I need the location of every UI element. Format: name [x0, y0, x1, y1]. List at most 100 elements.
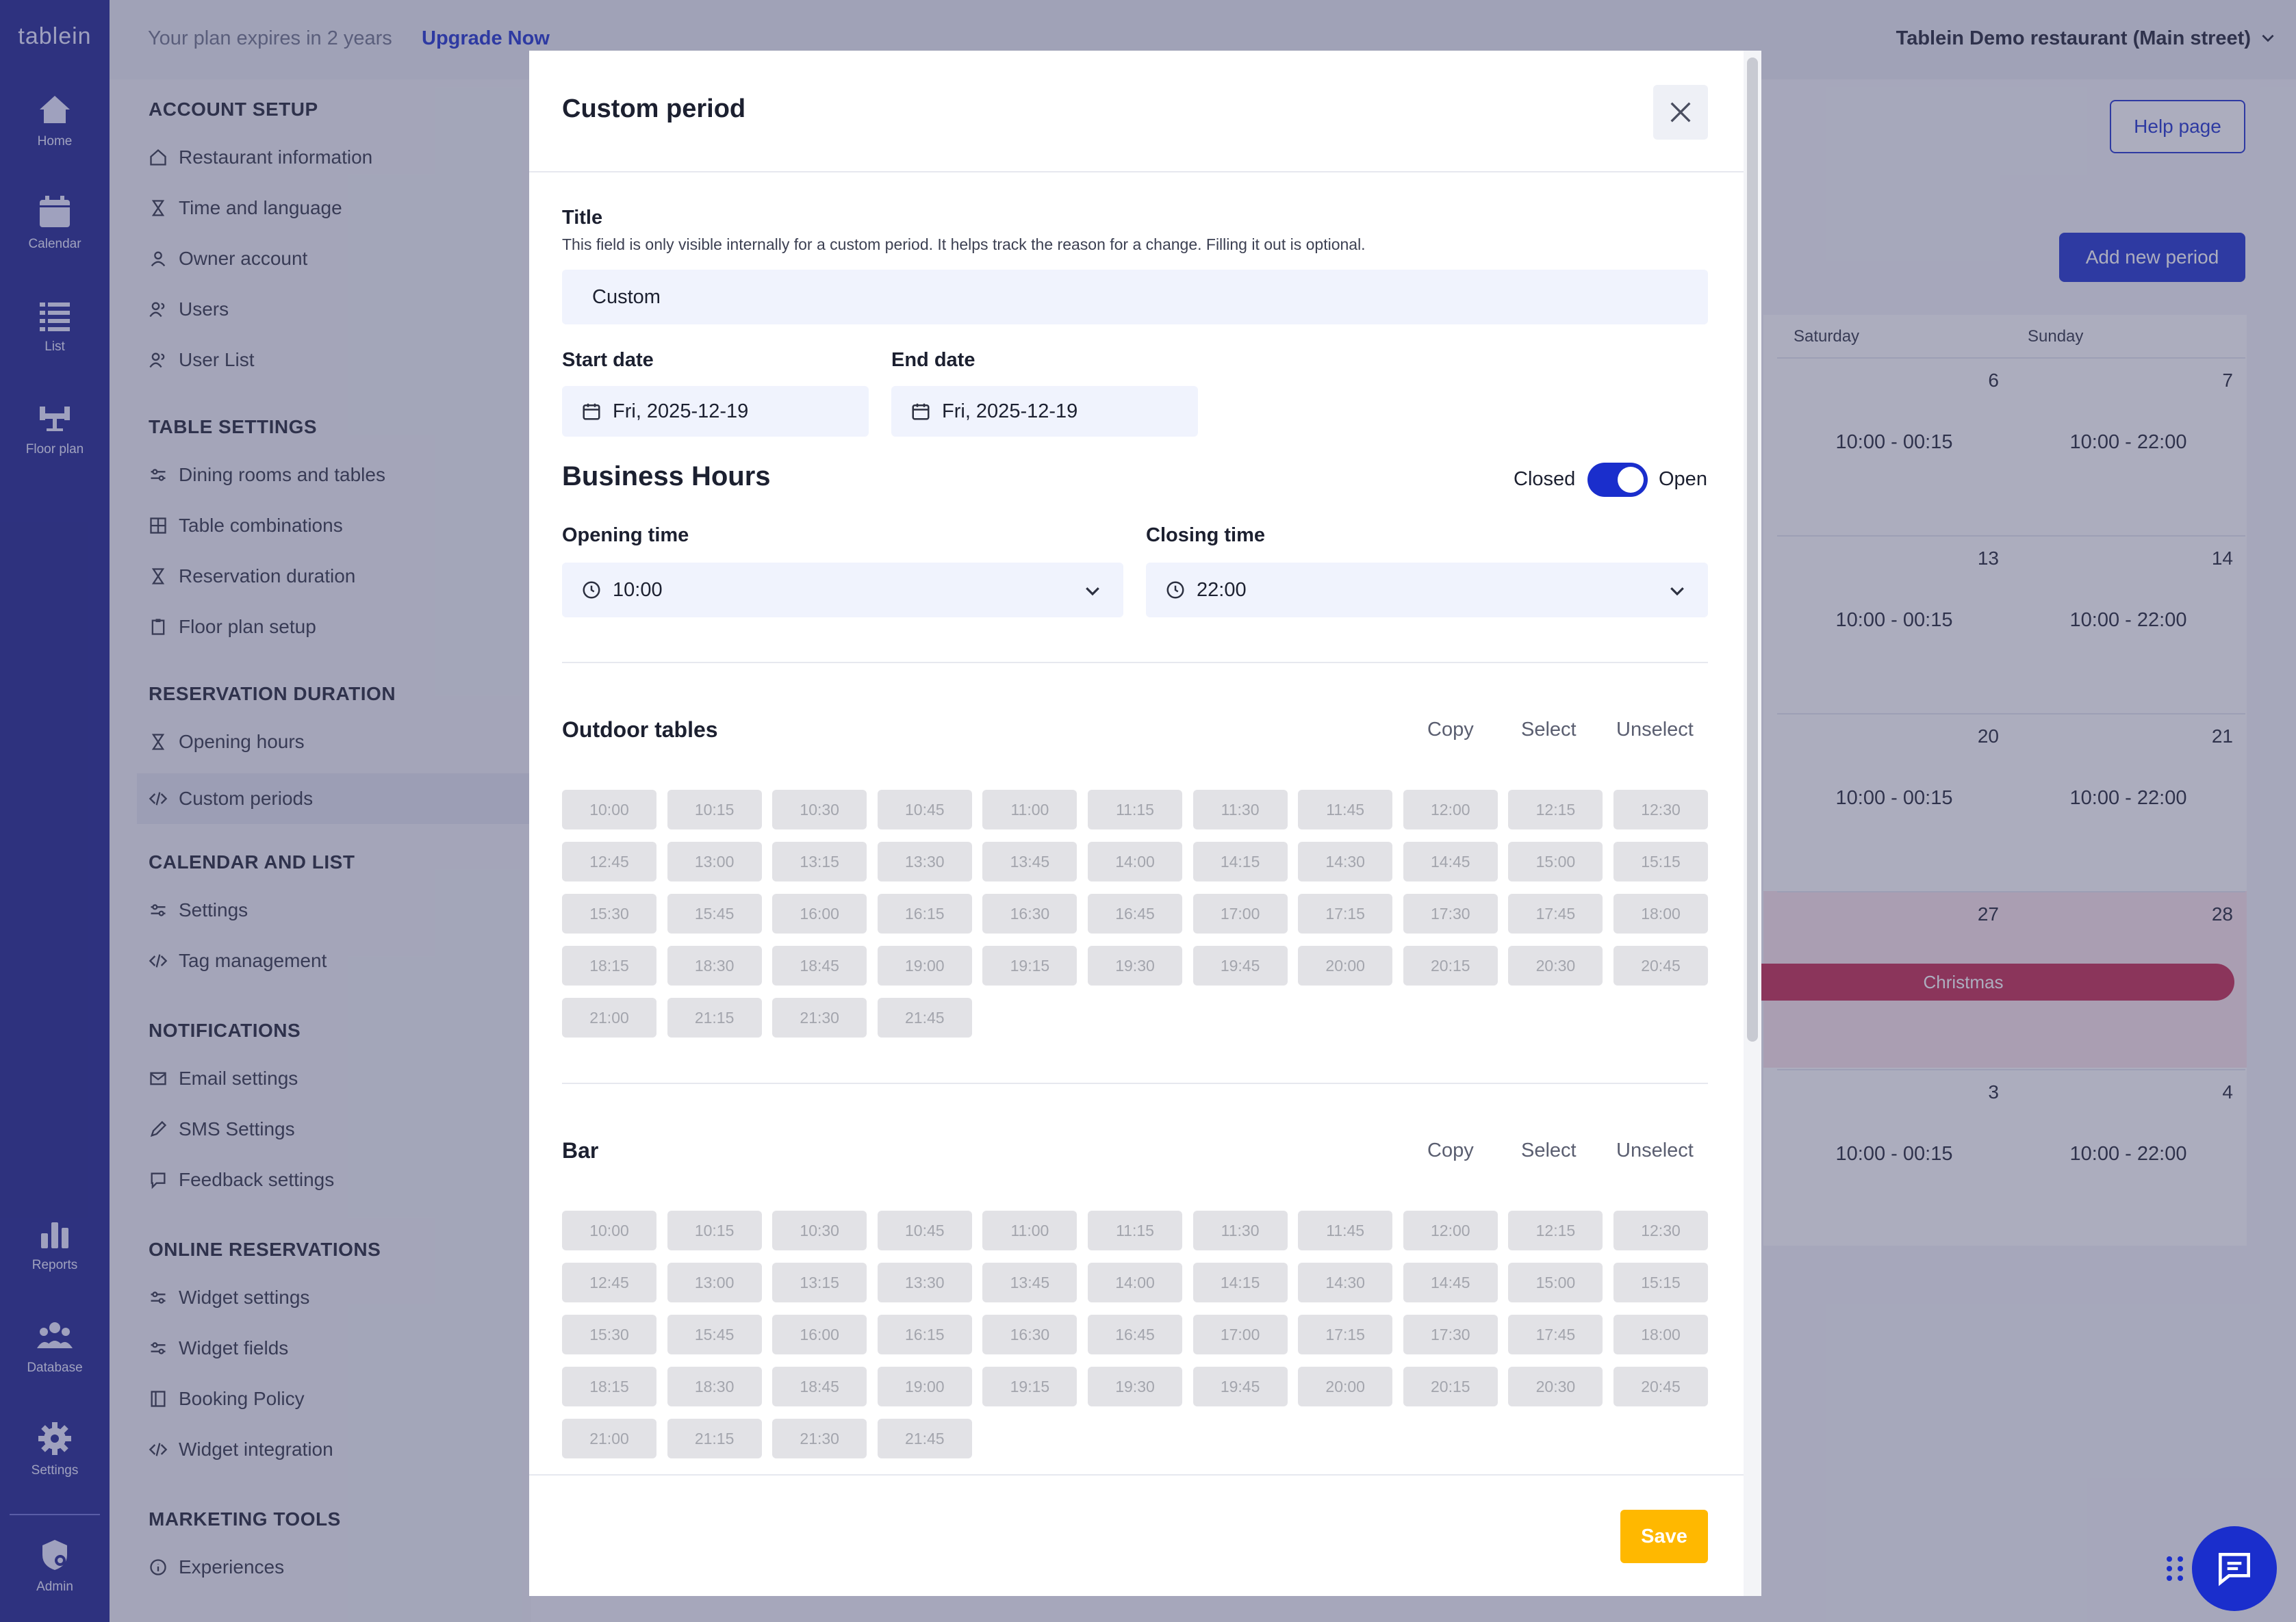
time-slot[interactable]: 14:15	[1192, 842, 1288, 881]
time-slot[interactable]: 12:45	[562, 842, 656, 881]
time-slot[interactable]: 17:30	[1403, 894, 1498, 934]
time-slot[interactable]: 16:15	[877, 1315, 972, 1354]
time-slot[interactable]: 20:30	[1508, 1367, 1603, 1406]
time-slot[interactable]: 16:45	[1088, 894, 1182, 934]
time-slot[interactable]: 20:45	[1613, 946, 1708, 986]
time-slot[interactable]: 18:00	[1613, 894, 1708, 934]
time-slot[interactable]: 11:30	[1192, 1211, 1288, 1250]
time-slot[interactable]: 21:15	[667, 998, 762, 1038]
modal-scrollbar-thumb[interactable]	[1747, 57, 1758, 1042]
time-slot[interactable]: 12:15	[1508, 790, 1603, 829]
time-slot[interactable]: 13:45	[982, 842, 1077, 881]
time-slot[interactable]: 10:45	[877, 790, 972, 829]
select-button[interactable]: Select	[1521, 719, 1577, 741]
time-slot[interactable]: 17:45	[1508, 894, 1603, 934]
time-slot[interactable]: 20:30	[1508, 946, 1603, 986]
time-slot[interactable]: 13:00	[667, 1263, 762, 1302]
time-slot[interactable]: 15:00	[1508, 1263, 1603, 1302]
copy-button[interactable]: Copy	[1427, 1140, 1474, 1162]
time-slot[interactable]: 14:30	[1298, 1263, 1393, 1302]
time-slot[interactable]: 21:45	[877, 998, 972, 1038]
time-slot[interactable]: 21:30	[772, 998, 867, 1038]
time-slot[interactable]: 20:00	[1298, 1367, 1393, 1406]
time-slot[interactable]: 14:00	[1088, 1263, 1182, 1302]
time-slot[interactable]: 14:30	[1298, 842, 1393, 881]
time-slot[interactable]: 12:00	[1403, 1211, 1498, 1250]
time-slot[interactable]: 17:45	[1508, 1315, 1603, 1354]
time-slot[interactable]: 17:00	[1192, 894, 1288, 934]
time-slot[interactable]: 15:45	[667, 894, 762, 934]
time-slot[interactable]: 13:15	[772, 842, 867, 881]
time-slot[interactable]: 15:00	[1508, 842, 1603, 881]
time-slot[interactable]: 15:45	[667, 1315, 762, 1354]
time-slot[interactable]: 10:00	[562, 790, 656, 829]
time-slot[interactable]: 14:00	[1088, 842, 1182, 881]
time-slot[interactable]: 21:45	[877, 1419, 972, 1458]
copy-button[interactable]: Copy	[1427, 719, 1474, 741]
time-slot[interactable]: 14:45	[1403, 842, 1498, 881]
time-slot[interactable]: 17:15	[1298, 1315, 1393, 1354]
time-slot[interactable]: 19:00	[877, 946, 972, 986]
open-closed-toggle[interactable]	[1587, 463, 1648, 497]
time-slot[interactable]: 13:30	[877, 842, 972, 881]
unselect-button[interactable]: Unselect	[1616, 1140, 1694, 1162]
time-slot[interactable]: 18:45	[772, 1367, 867, 1406]
time-slot[interactable]: 15:15	[1613, 842, 1708, 881]
time-slot[interactable]: 19:00	[877, 1367, 972, 1406]
time-slot[interactable]: 16:00	[772, 1315, 867, 1354]
time-slot[interactable]: 19:15	[982, 1367, 1077, 1406]
time-slot[interactable]: 17:30	[1403, 1315, 1498, 1354]
time-slot[interactable]: 13:00	[667, 842, 762, 881]
time-slot[interactable]: 19:30	[1088, 1367, 1182, 1406]
time-slot[interactable]: 10:30	[772, 790, 867, 829]
time-slot[interactable]: 17:15	[1298, 894, 1393, 934]
time-slot[interactable]: 12:30	[1613, 790, 1708, 829]
time-slot[interactable]: 11:15	[1088, 790, 1182, 829]
time-slot[interactable]: 15:30	[562, 894, 656, 934]
save-button[interactable]: Save	[1620, 1510, 1708, 1563]
time-slot[interactable]: 18:00	[1613, 1315, 1708, 1354]
end-date-field[interactable]: Fri, 2025-12-19	[891, 386, 1198, 437]
time-slot[interactable]: 12:45	[562, 1263, 656, 1302]
select-button[interactable]: Select	[1521, 1140, 1577, 1162]
time-slot[interactable]: 11:30	[1192, 790, 1288, 829]
time-slot[interactable]: 11:00	[982, 790, 1077, 829]
time-slot[interactable]: 14:15	[1192, 1263, 1288, 1302]
time-slot[interactable]: 16:45	[1088, 1315, 1182, 1354]
time-slot[interactable]: 11:15	[1088, 1211, 1182, 1250]
time-slot[interactable]: 21:00	[562, 998, 656, 1038]
time-slot[interactable]: 13:30	[877, 1263, 972, 1302]
time-slot[interactable]: 20:15	[1403, 946, 1498, 986]
time-slot[interactable]: 14:45	[1403, 1263, 1498, 1302]
unselect-button[interactable]: Unselect	[1616, 719, 1694, 741]
time-slot[interactable]: 13:15	[772, 1263, 867, 1302]
time-slot[interactable]: 16:30	[982, 894, 1077, 934]
time-slot[interactable]: 13:45	[982, 1263, 1077, 1302]
title-input[interactable]: Custom	[562, 270, 1708, 324]
time-slot[interactable]: 18:30	[667, 1367, 762, 1406]
time-slot[interactable]: 16:00	[772, 894, 867, 934]
opening-time-select[interactable]: 10:00	[562, 563, 1123, 617]
drag-handle-icon[interactable]	[2165, 1554, 2185, 1584]
time-slot[interactable]: 10:30	[772, 1211, 867, 1250]
time-slot[interactable]: 12:15	[1508, 1211, 1603, 1250]
time-slot[interactable]: 18:15	[562, 946, 656, 986]
time-slot[interactable]: 11:45	[1298, 1211, 1393, 1250]
time-slot[interactable]: 12:30	[1613, 1211, 1708, 1250]
time-slot[interactable]: 10:15	[667, 790, 762, 829]
time-slot[interactable]: 21:15	[667, 1419, 762, 1458]
time-slot[interactable]: 18:15	[562, 1367, 656, 1406]
time-slot[interactable]: 10:00	[562, 1211, 656, 1250]
time-slot[interactable]: 16:30	[982, 1315, 1077, 1354]
time-slot[interactable]: 17:00	[1192, 1315, 1288, 1354]
chat-button[interactable]	[2192, 1526, 2277, 1611]
time-slot[interactable]: 10:45	[877, 1211, 972, 1250]
time-slot[interactable]: 19:45	[1192, 946, 1288, 986]
time-slot[interactable]: 20:45	[1613, 1367, 1708, 1406]
time-slot[interactable]: 21:30	[772, 1419, 867, 1458]
time-slot[interactable]: 19:45	[1192, 1367, 1288, 1406]
closing-time-select[interactable]: 22:00	[1146, 563, 1708, 617]
time-slot[interactable]: 15:15	[1613, 1263, 1708, 1302]
close-button[interactable]	[1653, 85, 1708, 140]
time-slot[interactable]: 19:30	[1088, 946, 1182, 986]
